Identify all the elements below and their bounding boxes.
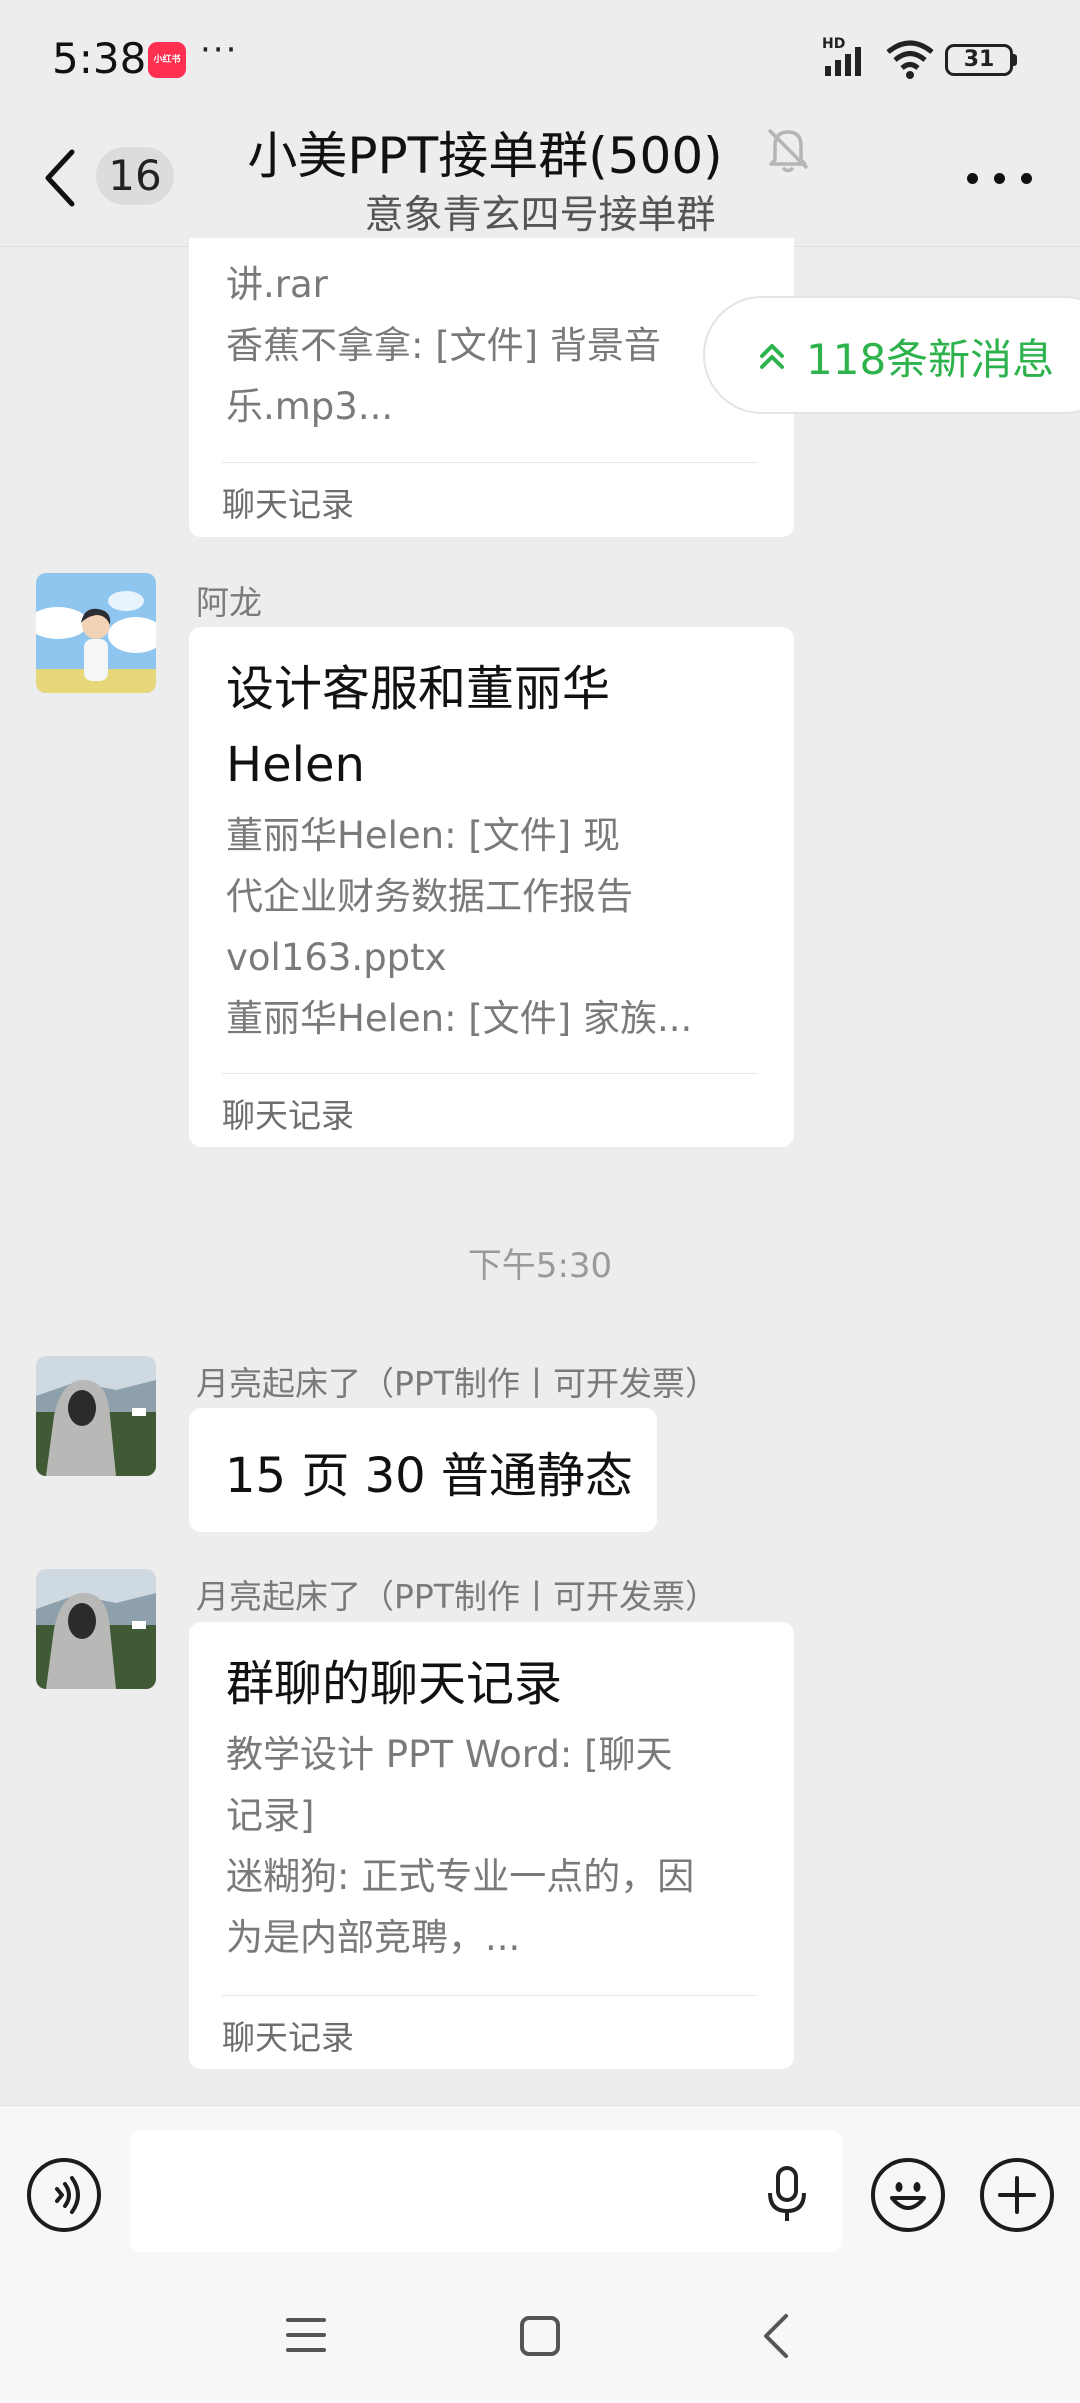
microphone-icon[interactable] — [765, 2165, 809, 2225]
chat-title-text: 小美PPT接单群(500) — [247, 127, 723, 185]
chat-record-line: vol163.pptx — [226, 936, 447, 979]
chat-record-line: 记录] — [226, 1794, 315, 1837]
chat-record-card[interactable]: 群聊的聊天记录 教学设计 PPT Word: [聊天 记录] 迷糊狗: 正式专业… — [189, 1622, 794, 2069]
more-options-button[interactable] — [960, 150, 1040, 200]
avatar[interactable] — [36, 1356, 156, 1476]
battery-tip — [1012, 54, 1017, 66]
chat-record-line: 教学设计 PPT Word: [聊天 — [226, 1733, 673, 1776]
plus-icon — [998, 2176, 1036, 2214]
chat-record-line: 董丽华Helen: [文件] 家族... — [226, 997, 693, 1040]
more-dot — [994, 173, 1005, 184]
chat-record-footer: 聊天记录 — [222, 2018, 354, 2057]
emoji-button[interactable] — [871, 2158, 945, 2232]
status-bar: 5:38 小红书 ··· HD 31 — [0, 0, 1080, 120]
text-message-bubble[interactable]: 15 页 30 普通静态 — [189, 1408, 657, 1532]
chat-record-line: 讲.rar — [226, 263, 328, 306]
chat-record-card[interactable]: 讲.rar 香蕉不拿拿: [文件] 背景音 乐.mp3... 聊天记录 — [189, 238, 794, 537]
chat-record-footer: 聊天记录 — [222, 485, 354, 524]
new-messages-label[interactable]: 118条新消息 — [806, 326, 1054, 387]
chat-record-card[interactable]: 设计客服和董丽华 Helen 董丽华Helen: [文件] 现 代企业财务数据工… — [189, 627, 794, 1147]
chat-record-line: 代企业财务数据工作报告 — [226, 875, 633, 918]
card-divider — [222, 1995, 757, 1996]
sender-name: 月亮起床了（PPT制作丨可开发票） — [196, 1364, 718, 1403]
back-nav-icon[interactable] — [758, 2312, 794, 2360]
time-divider: 下午5:30 — [467, 1246, 613, 1286]
chat-record-line: 迷糊狗: 正式专业一点的，因 — [226, 1855, 695, 1898]
chat-record-title: 设计客服和董丽华 — [226, 661, 611, 717]
card-divider — [222, 1073, 757, 1074]
chat-record-line: 香蕉不拿拿: [文件] 背景音 — [226, 324, 661, 367]
chat-record-title: 群聊的聊天记录 — [226, 1656, 563, 1712]
signal-icon — [825, 47, 861, 76]
card-divider — [222, 462, 757, 463]
chat-title: 小美PPT接单群(500) — [0, 116, 1080, 188]
emoji-icon — [890, 2182, 926, 2210]
more-dot — [967, 173, 978, 184]
wifi-icon — [886, 40, 934, 79]
status-time: 5:38 — [52, 34, 147, 83]
home-icon[interactable] — [519, 2315, 561, 2357]
chat-subtitle: 意象青玄四号接单群 — [364, 193, 716, 238]
chat-record-footer: 聊天记录 — [222, 1096, 354, 1135]
more-functions-button[interactable] — [980, 2158, 1054, 2232]
avatar[interactable] — [36, 573, 156, 693]
sender-name: 月亮起床了（PPT制作丨可开发票） — [196, 1577, 718, 1616]
avatar[interactable] — [36, 1569, 156, 1689]
system-navigation-bar — [0, 2270, 1080, 2403]
more-dot — [1021, 173, 1032, 184]
more-notifications-icon: ··· — [200, 30, 239, 70]
message-input[interactable] — [130, 2130, 842, 2252]
voice-icon — [55, 2176, 80, 2214]
voice-input-button[interactable] — [27, 2158, 101, 2232]
chat-record-title: Helen — [226, 737, 365, 793]
menu-icon[interactable] — [285, 2315, 327, 2355]
double-chevron-up-icon[interactable] — [757, 340, 787, 372]
mute-bell-icon — [767, 128, 809, 173]
sender-name: 阿龙 — [196, 583, 262, 622]
chat-record-line: 乐.mp3... — [226, 385, 394, 428]
message-text: 15 页 30 普通静态 — [225, 1448, 633, 1504]
chat-record-line: 为是内部竞聘，... — [226, 1916, 521, 1959]
app-notification-icon: 小红书 — [148, 42, 186, 78]
chat-record-line: 董丽华Helen: [文件] 现 — [226, 814, 620, 857]
battery-indicator: 31 — [945, 44, 1013, 76]
